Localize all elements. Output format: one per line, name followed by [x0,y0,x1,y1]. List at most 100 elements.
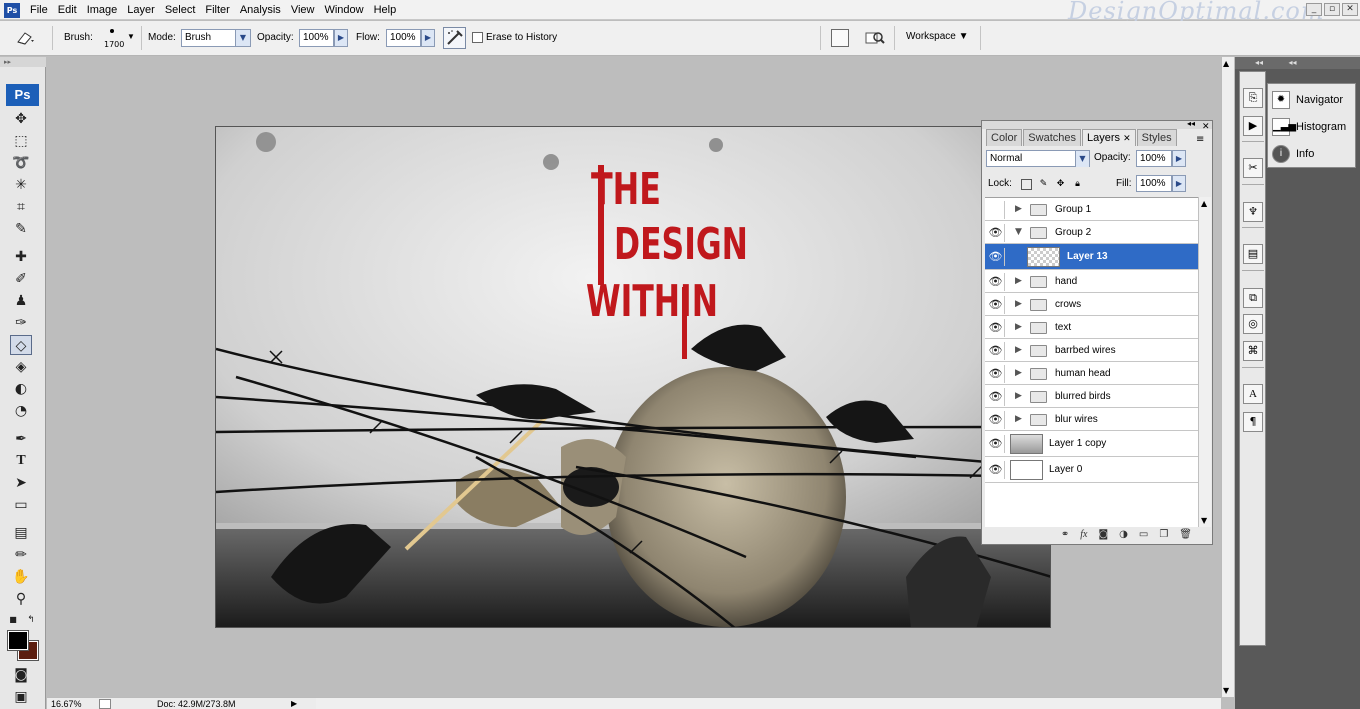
menu-analysis[interactable]: Analysis [235,3,286,17]
layers-scrollbar[interactable]: ▲ ▼ [1198,197,1211,527]
path-selection-tool-icon[interactable]: ➤ [10,473,32,493]
notes-tool-icon[interactable]: ▤ [10,523,32,543]
opacity-input[interactable]: 100% [299,29,334,47]
layer-row[interactable]: ▶ Group 1 [985,198,1198,221]
layers-scroll-down-icon[interactable]: ▼ [1201,516,1207,525]
eraser-tool-icon[interactable]: ◇ [10,335,32,355]
visibility-eye-icon[interactable]: 👁︎ [987,272,1005,291]
dodge-tool-icon[interactable]: ◔ [10,401,32,421]
lasso-tool-icon[interactable]: ➰ [10,153,32,173]
visibility-eye-icon[interactable]: 👁︎ [987,341,1005,360]
eraser-preset-icon[interactable] [14,30,36,46]
scroll-up-icon[interactable]: ▲ [1223,59,1229,68]
status-menu-icon[interactable]: ▶ [291,698,297,709]
visibility-eye-icon[interactable]: 👁︎ [987,364,1005,383]
layer-row[interactable]: 👁︎ Layer 1 copy [985,431,1198,457]
history-panel-icon[interactable]: ⎘ [1243,88,1263,108]
lock-position-icon[interactable]: ✥ [1055,179,1066,190]
eyedropper-tool-icon[interactable]: ✎ [10,219,32,239]
brush-tool-icon[interactable]: ✐ [10,269,32,289]
visibility-eye-icon[interactable]: 👁︎ [987,387,1005,406]
fill-slider-button[interactable]: ▶ [1172,175,1186,192]
new-group-icon[interactable]: ▭ [1139,529,1148,544]
default-colors-icon[interactable]: ■ [6,614,20,626]
flow-input[interactable]: 100% [386,29,421,47]
mode-dropdown-icon[interactable]: ▼ [235,30,250,46]
layer-opacity-input[interactable]: 100% [1136,150,1172,167]
visibility-eye-icon[interactable]: 👁︎ [987,461,1005,479]
delete-layer-icon[interactable]: 🗑︎ [1179,529,1192,544]
info-panel-button[interactable]: i Info [1272,144,1314,164]
healing-brush-tool-icon[interactable]: ✚ [10,247,32,267]
lock-image-icon[interactable]: ✎ [1038,179,1049,190]
menu-edit[interactable]: Edit [53,3,82,17]
shape-tool-icon[interactable]: ▭ [10,495,32,515]
tab-styles[interactable]: Styles [1136,129,1177,146]
layer-row[interactable]: 👁︎ ▶ barrbed wires [985,339,1198,362]
menu-view[interactable]: View [286,3,320,17]
tab-layers[interactable]: Layers ✕ [1082,129,1136,146]
visibility-eye-icon[interactable]: 👁︎ [987,295,1005,314]
dock-collapse-icon[interactable]: ◂◂ ◂◂ [1235,57,1360,69]
zoom-tool-icon[interactable]: ⚲ [10,589,32,609]
lock-all-icon[interactable]: 🔒︎ [1072,179,1083,190]
expand-triangle-icon[interactable]: ▶ [1015,391,1022,401]
layer-opacity-slider-button[interactable]: ▶ [1172,150,1186,167]
history-brush-tool-icon[interactable]: ✑ [10,313,32,333]
minimize-button[interactable]: _ [1306,3,1322,16]
magic-wand-tool-icon[interactable]: ✳ [10,175,32,195]
lock-transparent-icon[interactable] [1021,179,1032,190]
actions-panel-icon[interactable]: ▶ [1243,116,1263,136]
flow-slider-button[interactable]: ▶ [421,29,435,47]
channels-panel-icon[interactable]: ◎ [1243,314,1263,334]
airbrush-icon[interactable] [443,27,466,49]
tool-presets-panel-icon[interactable]: ✂ [1243,158,1263,178]
zoom-search-icon[interactable] [865,29,885,47]
layer-style-icon[interactable]: fx [1080,529,1087,544]
blend-dropdown-icon[interactable]: ▼ [1075,151,1089,167]
move-tool-icon[interactable]: ✥ [10,109,32,129]
visibility-eye-icon[interactable]: 👁︎ [987,248,1005,266]
pen-tool-icon[interactable]: ✒ [10,429,32,449]
zoom-level[interactable]: 16.67% [51,698,82,709]
layer-row[interactable]: 👁︎ ▶ blur wires [985,408,1198,431]
menu-filter[interactable]: Filter [200,3,234,17]
link-layers-icon[interactable]: ⚭ [1061,529,1069,544]
expand-triangle-icon[interactable]: ▶ [1015,299,1022,309]
brush-dropdown-icon[interactable]: ▼ [127,32,135,41]
tab-swatches[interactable]: Swatches [1023,129,1081,146]
menu-select[interactable]: Select [160,3,201,17]
visibility-eye-icon[interactable]: 👁︎ [987,435,1005,453]
histogram-panel-button[interactable]: ▁▃▅ Histogram [1272,117,1346,137]
menu-help[interactable]: Help [369,3,402,17]
menu-file[interactable]: File [25,3,53,17]
paths-panel-icon[interactable]: ⌘ [1243,341,1263,361]
quick-mask-icon[interactable]: ◙ [10,665,32,685]
vertical-scrollbar[interactable]: ▲ ▼ [1221,57,1234,697]
close-button[interactable]: ✕ [1342,3,1358,16]
navigator-panel-button[interactable]: ✹ Navigator [1272,90,1343,110]
layers-scroll-up-icon[interactable]: ▲ [1201,199,1207,208]
opacity-slider-button[interactable]: ▶ [334,29,348,47]
type-tool-icon[interactable]: T [10,451,32,471]
layer-row[interactable]: 👁︎ Layer 13 [985,244,1198,270]
layer-row[interactable]: 👁︎ ▶ text [985,316,1198,339]
clone-source-panel-icon[interactable]: ⧉ [1243,288,1263,308]
status-preview-icon[interactable] [99,699,111,709]
workspace-menu[interactable]: Workspace ▼ [906,31,969,42]
menu-image[interactable]: Image [82,3,123,17]
menu-window[interactable]: Window [319,3,368,17]
expand-triangle-open-icon[interactable]: ▼ [1015,227,1022,237]
document-canvas[interactable]: THE DESIGN WITHIN [215,126,1051,628]
visibility-eye-icon[interactable]: 👁︎ [987,223,1005,242]
tab-color[interactable]: Color [986,129,1023,146]
layer-row[interactable]: 👁︎ ▶ crows [985,293,1198,316]
layer-row[interactable]: 👁︎ Layer 0 [985,457,1198,483]
panel-grip[interactable]: ◂◂ ✕ [982,119,1212,132]
clone-stamp-tool-icon[interactable]: ♟ [10,291,32,311]
erase-to-history-checkbox[interactable] [472,32,483,43]
tab-close-icon[interactable]: ✕ [1123,133,1131,143]
menu-layer[interactable]: Layer [122,3,160,17]
visibility-eye-icon[interactable]: 👁︎ [987,318,1005,337]
expand-triangle-icon[interactable]: ▶ [1015,204,1022,214]
